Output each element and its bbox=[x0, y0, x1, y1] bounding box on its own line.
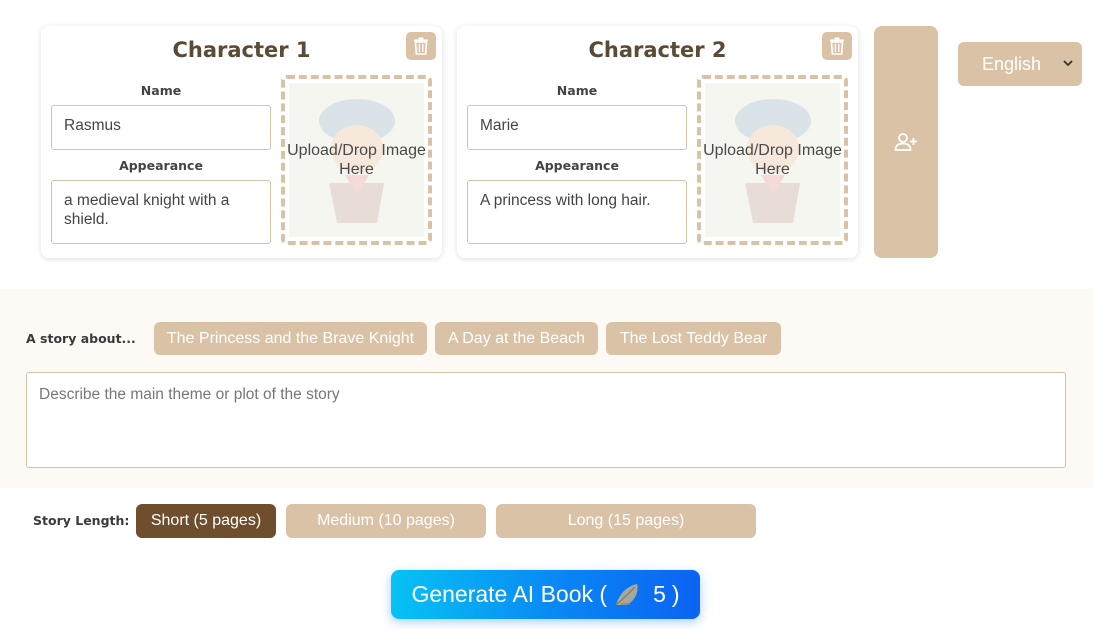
image-dropzone[interactable]: Upload/Drop Image Here bbox=[281, 75, 432, 245]
story-length-label: Story Length: bbox=[33, 513, 130, 528]
feather-icon bbox=[615, 583, 638, 605]
generate-label-suffix: ) bbox=[671, 581, 680, 607]
story-suggestion-chip[interactable]: The Princess and the Brave Knight bbox=[154, 322, 427, 355]
length-medium-button[interactable]: Medium (10 pages) bbox=[286, 504, 486, 538]
language-select[interactable]: English bbox=[958, 42, 1082, 86]
generate-label: Generate AI Book ( bbox=[411, 581, 608, 607]
character-title: Character 1 bbox=[172, 38, 311, 62]
name-input[interactable]: Rasmus bbox=[51, 105, 271, 150]
name-input[interactable]: Marie bbox=[467, 105, 687, 150]
add-user-icon bbox=[894, 133, 917, 151]
chevron-down-icon bbox=[1063, 60, 1073, 67]
character-card-2: Character 2 Name Marie Appearance A prin… bbox=[457, 26, 858, 258]
image-dropzone[interactable]: Upload/Drop Image Here bbox=[697, 75, 848, 245]
credit-count: 5 bbox=[653, 581, 666, 607]
trash-icon bbox=[830, 37, 844, 55]
add-character-button[interactable] bbox=[874, 26, 938, 258]
appearance-label: Appearance bbox=[119, 158, 203, 173]
upload-text: Upload/Drop Image Here bbox=[703, 142, 842, 178]
story-suggestion-chip[interactable]: A Day at the Beach bbox=[435, 322, 598, 355]
story-label: A story about... bbox=[26, 331, 136, 346]
name-label: Name bbox=[556, 83, 598, 98]
delete-character-button[interactable] bbox=[406, 32, 436, 60]
story-theme-input[interactable]: Describe the main theme or plot of the s… bbox=[26, 372, 1066, 468]
delete-character-button[interactable] bbox=[822, 32, 852, 60]
character-title: Character 2 bbox=[588, 38, 727, 62]
trash-icon bbox=[414, 37, 428, 55]
upload-text: Upload/Drop Image Here bbox=[287, 142, 426, 178]
appearance-label: Appearance bbox=[535, 158, 619, 173]
appearance-input[interactable]: A princess with long hair. bbox=[467, 180, 687, 244]
character-card-1: Character 1 Name Rasmus Appearance a med… bbox=[41, 26, 442, 258]
appearance-input[interactable]: a medieval knight with a shield. bbox=[51, 180, 271, 244]
generate-book-button[interactable]: Generate AI Book ( 5 ) bbox=[391, 570, 700, 619]
language-selected: English bbox=[982, 53, 1042, 74]
story-suggestion-chip[interactable]: The Lost Teddy Bear bbox=[606, 322, 781, 355]
length-short-button[interactable]: Short (5 pages) bbox=[136, 504, 276, 538]
length-long-button[interactable]: Long (15 pages) bbox=[496, 504, 756, 538]
name-label: Name bbox=[140, 83, 182, 98]
